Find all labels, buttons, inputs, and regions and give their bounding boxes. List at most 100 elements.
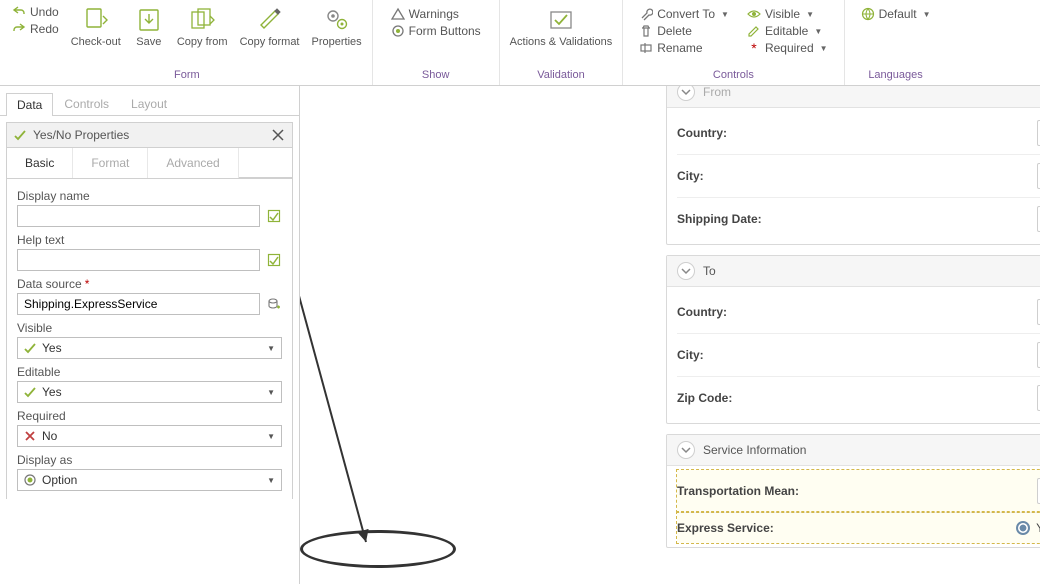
checkout-label: Check-out [71,36,121,48]
data-source-input[interactable] [17,293,260,315]
editable-select[interactable]: Yes ▼ [17,381,282,403]
checkmark-icon [13,128,27,142]
help-text-label: Help text [17,233,282,247]
caret-down-icon: ▼ [820,44,828,53]
save-icon [135,6,163,34]
group-controls-label: Controls [629,67,837,85]
properties-label: Properties [312,36,362,48]
group-validation-label: Validation [506,67,617,85]
warnings-label: Warnings [409,7,459,21]
actions-validations-button[interactable]: Actions & Validations [506,2,617,49]
chevron-down-icon[interactable] [677,86,695,101]
copyfrom-label: Copy from [177,36,228,48]
section-to: To Country: City: Zip Code: [666,255,1040,424]
caret-down-icon: ▼ [267,432,275,441]
required-prop-label: Required [17,409,282,423]
redo-label: Redo [30,22,59,36]
redo-icon [12,22,26,36]
rename-button[interactable]: Rename [635,40,733,56]
section-service-title: Service Information [703,443,806,457]
warnings-button[interactable]: Warnings [387,6,463,22]
group-languages-label: Languages [851,67,941,85]
caret-down-icon: ▼ [806,10,814,19]
to-city-label: City: [677,348,1037,362]
callout-arrow [300,132,376,552]
undo-button[interactable]: Undo [8,4,63,20]
formbuttons-button[interactable]: Form Buttons [387,23,485,39]
trash-icon [639,24,653,38]
left-panel: Data Controls Layout Yes/No Properties B… [0,86,300,584]
chevron-down-icon[interactable] [677,262,695,280]
close-button[interactable] [270,127,286,143]
form-canvas: From Country: City: Shipping Date: To Co… [300,86,1040,584]
copyformat-icon [256,6,284,34]
subtab-advanced[interactable]: Advanced [148,148,238,178]
formbuttons-label: Form Buttons [409,24,481,38]
tab-data[interactable]: Data [6,93,53,116]
editable-button[interactable]: Editable▼ [743,23,832,39]
section-service-info: Service Information Transportation Mean:… [666,434,1040,548]
localize-icon[interactable] [266,252,282,268]
caret-down-icon: ▼ [267,388,275,397]
chevron-down-icon[interactable] [677,441,695,459]
section-from-title: From [703,86,731,99]
editable-label: Editable [765,24,808,38]
callout-circle [300,530,456,568]
caret-down-icon: ▼ [923,10,931,19]
caret-down-icon: ▼ [721,10,729,19]
properties-button[interactable]: Properties [308,2,366,49]
tab-controls[interactable]: Controls [53,92,120,115]
caret-down-icon: ▼ [267,476,275,485]
rename-icon [639,41,653,55]
copyfrom-button[interactable]: Copy from [173,2,232,49]
display-as-select[interactable]: Option ▼ [17,469,282,491]
pencil-icon [747,24,761,38]
visible-select[interactable]: Yes ▼ [17,337,282,359]
transportation-mean-label: Transportation Mean: [677,484,1037,498]
required-button[interactable]: *Required▼ [743,40,832,56]
tab-layout[interactable]: Layout [120,92,178,115]
properties-header: Yes/No Properties [6,122,293,148]
required-select[interactable]: No ▼ [17,425,282,447]
to-zip-label: Zip Code: [677,391,1037,405]
subtab-basic[interactable]: Basic [7,148,73,178]
triangle-icon [391,7,405,21]
wrench-icon [639,7,653,21]
subtab-format[interactable]: Format [73,148,148,178]
redo-button[interactable]: Redo [8,21,63,37]
express-service-radio[interactable]: Yes No [1016,521,1040,535]
transportation-mean-row[interactable]: Transportation Mean: [677,470,1040,512]
properties-title: Yes/No Properties [33,128,270,142]
from-country-label: Country: [677,126,1037,140]
editable-prop-label: Editable [17,365,282,379]
copyformat-button[interactable]: Copy format [236,2,304,49]
help-text-input[interactable] [17,249,260,271]
convert-to-button[interactable]: Convert To ▼ [635,6,733,22]
properties-subtabs: Basic Format Advanced [6,148,293,179]
data-source-label: Data source* [17,277,282,291]
display-name-input[interactable] [17,205,260,227]
data-source-picker-icon[interactable] [266,296,282,312]
group-form-label: Form [8,67,366,85]
express-service-label: Express Service: [677,521,1016,535]
visible-button[interactable]: Visible▼ [743,6,832,22]
actions-validations-label: Actions & Validations [510,36,613,48]
express-service-row[interactable]: Express Service: Yes No [677,512,1040,543]
convert-to-label: Convert To [657,7,715,21]
language-button[interactable]: Default ▼ [857,6,935,22]
ribbon: Undo Redo Check-out Save [0,0,1040,86]
localize-icon[interactable] [266,208,282,224]
caret-down-icon: ▼ [267,344,275,353]
check-icon [547,6,575,34]
section-to-title: To [703,264,716,278]
language-label: Default [879,7,917,21]
globe-icon [861,7,875,21]
checkout-button[interactable]: Check-out [67,2,125,49]
save-button[interactable]: Save [129,2,169,49]
rename-label: Rename [657,41,702,55]
delete-button[interactable]: Delete [635,23,733,39]
undo-icon [12,5,26,19]
group-show-label: Show [379,67,493,85]
from-city-label: City: [677,169,1037,183]
radio-yes[interactable] [1016,521,1030,535]
